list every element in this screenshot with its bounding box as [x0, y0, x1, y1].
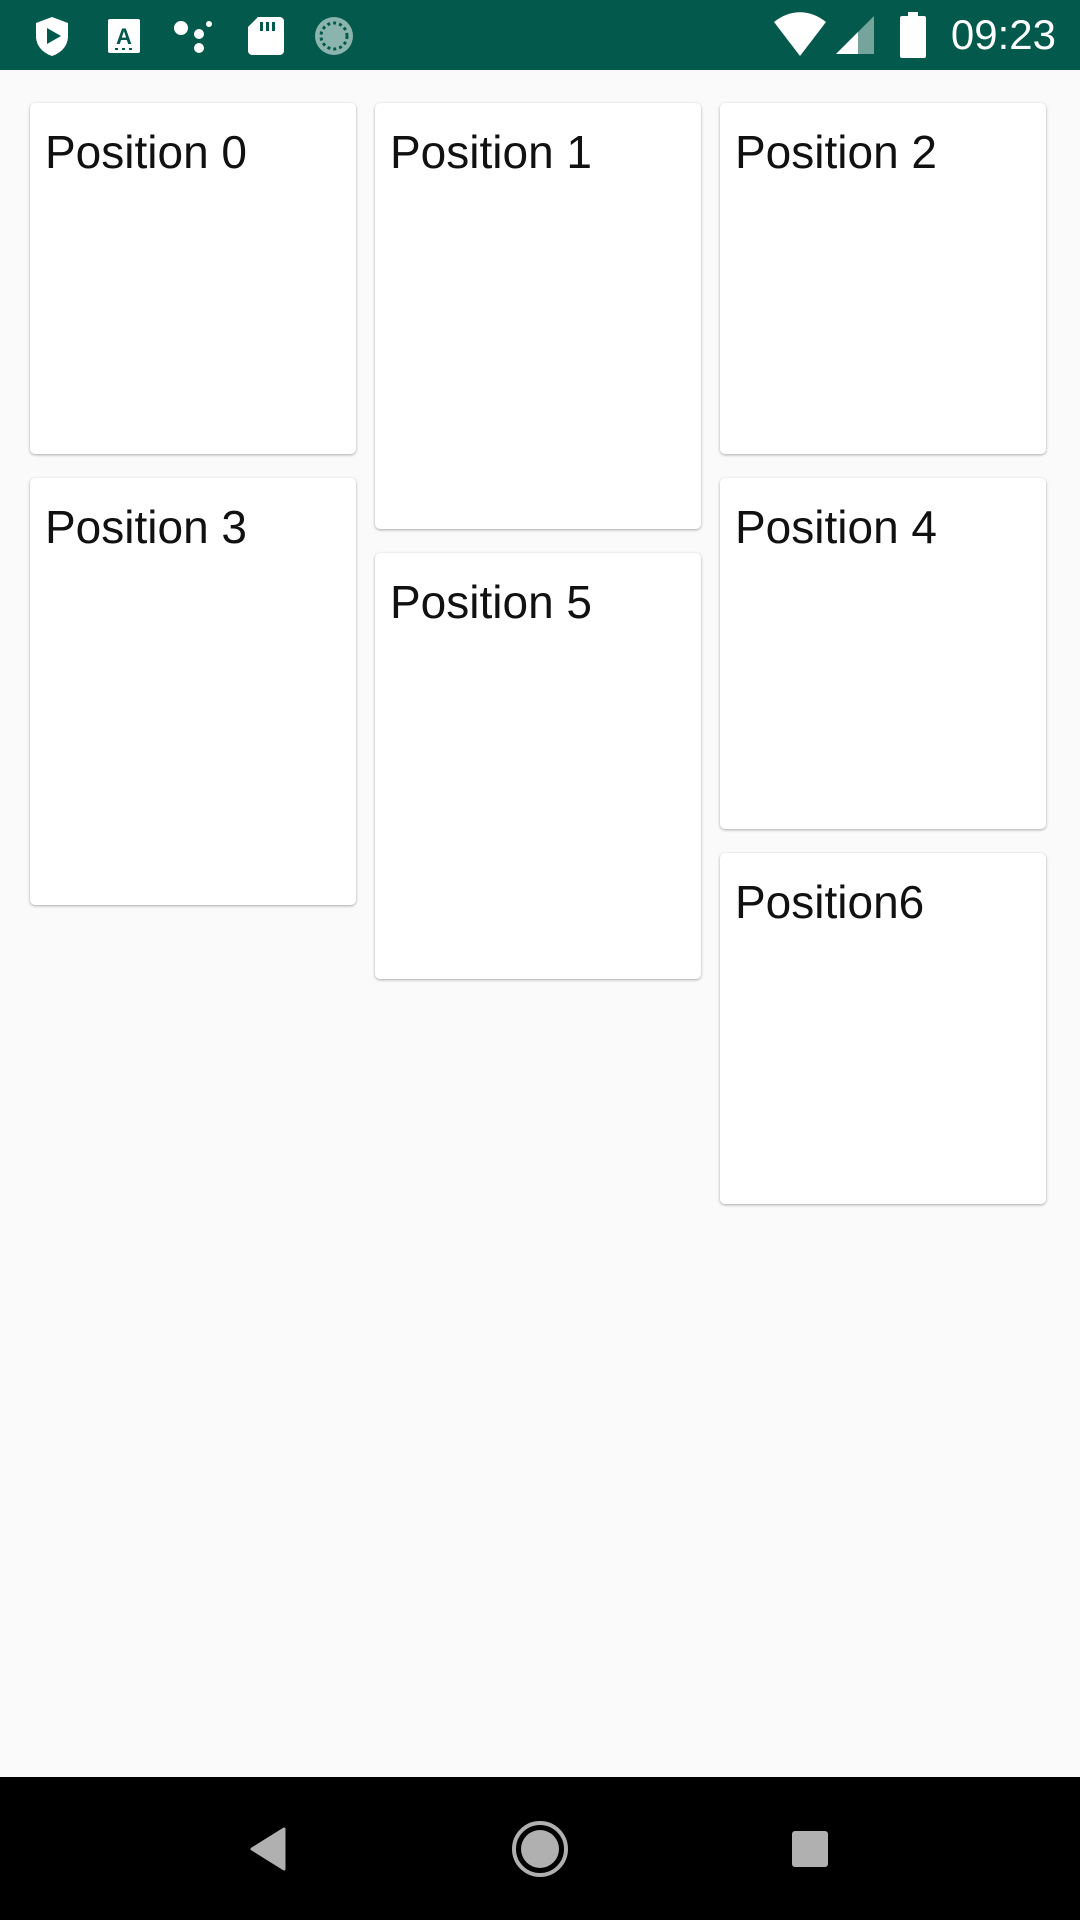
grid-item-label: Position 3 [45, 501, 248, 553]
grid-item-label: Position6 [735, 876, 925, 928]
grid-item-label: Position 2 [735, 126, 938, 178]
staggered-grid[interactable]: Position 0 Position 1 Position 2 Positio… [0, 70, 1080, 1777]
wifi-icon [774, 12, 826, 56]
navigation-bar [0, 1777, 1080, 1920]
grid-item-position-1[interactable]: Position 1 [375, 103, 701, 529]
cell-signal-icon [836, 16, 874, 54]
sd-card-icon [248, 17, 284, 55]
grid-item-position-0[interactable]: Position 0 [30, 103, 356, 454]
grid-item-position-6[interactable]: Position6 [720, 853, 1046, 1204]
home-icon[interactable] [502, 1811, 578, 1887]
play-protect-icon [36, 17, 68, 56]
assistant-dots-icon [174, 21, 212, 53]
battery-icon [900, 12, 926, 58]
status-bar: A 09:23 [0, 0, 1080, 70]
grid-item-position-5[interactable]: Position 5 [375, 553, 701, 979]
svg-text:A: A [116, 24, 132, 49]
grid-item-label: Position 5 [390, 576, 593, 628]
clock: 09:23 [950, 11, 1056, 58]
sync-circle-icon [315, 17, 353, 55]
grid-item-label: Position 4 [735, 501, 938, 553]
back-icon[interactable] [232, 1811, 308, 1887]
grid-item-position-4[interactable]: Position 4 [720, 478, 1046, 829]
grid-item-position-3[interactable]: Position 3 [30, 478, 356, 905]
grid-item-position-2[interactable]: Position 2 [720, 103, 1046, 454]
keyboard-icon: A [108, 19, 140, 53]
grid-item-label: Position 0 [45, 126, 248, 178]
recents-icon[interactable] [772, 1811, 848, 1887]
grid-item-label: Position 1 [390, 126, 593, 178]
